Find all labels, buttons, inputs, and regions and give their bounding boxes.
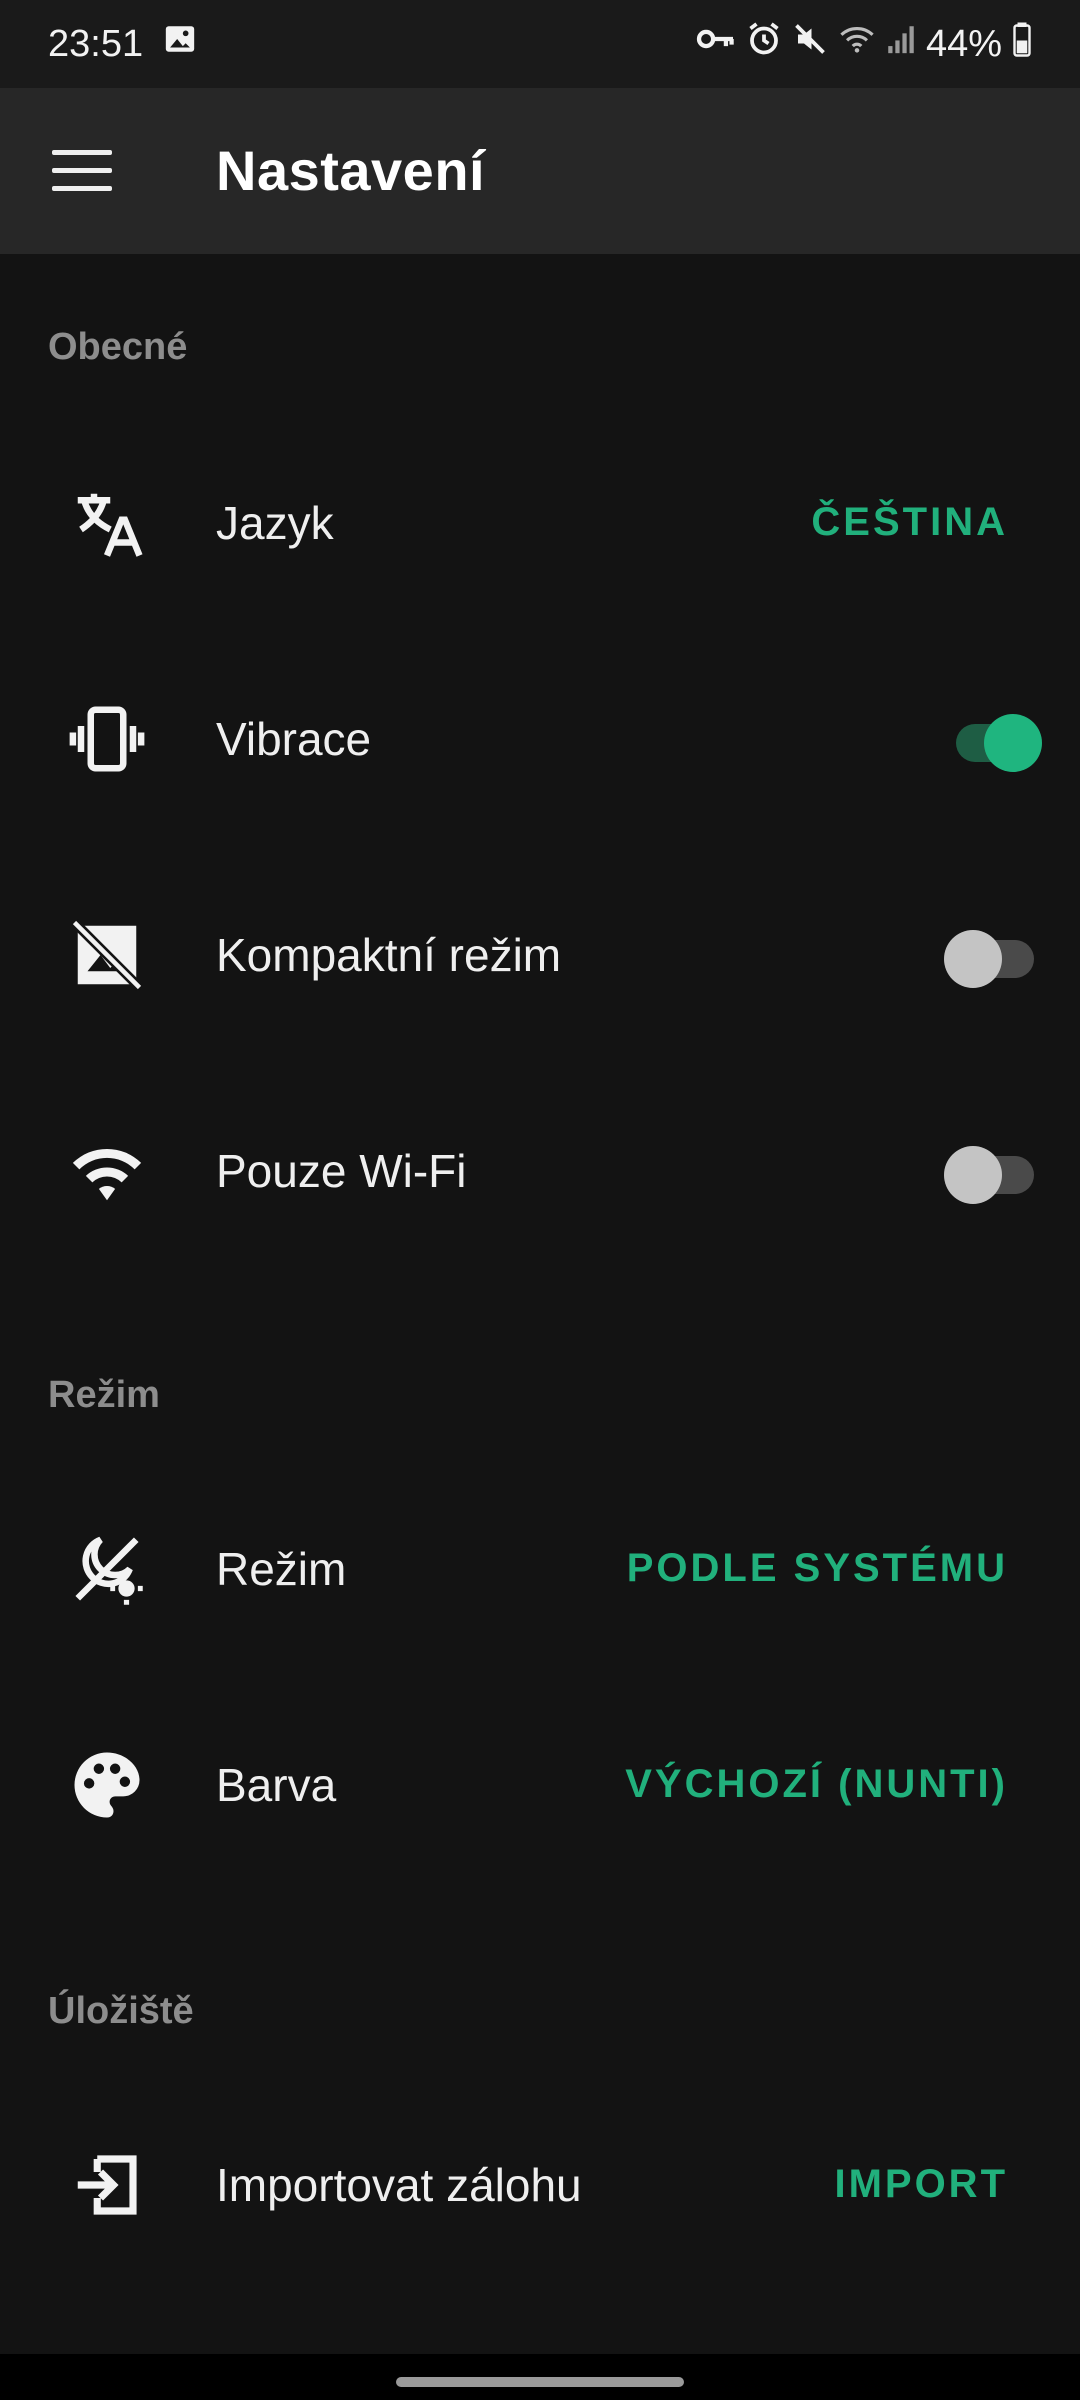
status-bar: 23:51 44% — [0, 0, 1080, 88]
palette-icon — [68, 1746, 146, 1824]
import-icon — [68, 2146, 146, 2224]
wifi-icon — [68, 1132, 146, 1210]
setting-label: Jazyk — [216, 497, 334, 549]
theme-mode-icon — [68, 1530, 146, 1608]
setting-import-backup[interactable]: Importovat zálohu IMPORT — [0, 2078, 1080, 2294]
section-header-mode: Režim — [48, 1374, 160, 1416]
setting-wifi-only[interactable]: Pouze Wi-Fi — [0, 1064, 1080, 1280]
signal-icon — [886, 22, 916, 66]
vibration-icon — [68, 700, 146, 778]
settings-list: Obecné Jazyk ČEŠTINA Vibrace Kompaktní r… — [0, 254, 1080, 2354]
setting-value[interactable]: ČEŠTINA — [811, 500, 1008, 545]
navigation-bar — [0, 2354, 1080, 2400]
setting-value[interactable]: PODLE SYSTÉMU — [627, 1546, 1008, 1591]
setting-label: Pouze Wi-Fi — [216, 1145, 467, 1197]
setting-label: Kompaktní režim — [216, 929, 562, 981]
menu-icon[interactable] — [52, 150, 112, 192]
battery-icon — [1012, 21, 1032, 67]
setting-language[interactable]: Jazyk ČEŠTINA — [0, 416, 1080, 632]
translate-icon — [68, 484, 146, 562]
vpn-key-icon — [696, 22, 736, 66]
setting-value[interactable]: VÝCHOZÍ (NUNTI) — [625, 1762, 1008, 1807]
wifi-only-toggle[interactable] — [944, 1140, 1044, 1204]
app-bar: Nastavení — [0, 88, 1080, 254]
mute-icon — [792, 21, 828, 67]
section-header-storage: Úložiště — [48, 1990, 194, 2032]
alarm-icon — [746, 21, 782, 67]
setting-value[interactable]: IMPORT — [834, 2162, 1008, 2207]
setting-label: Barva — [216, 1759, 337, 1811]
setting-label: Vibrace — [216, 713, 372, 765]
setting-color[interactable]: Barva VÝCHOZÍ (NUNTI) — [0, 1678, 1080, 1894]
setting-label: Režim — [216, 1543, 347, 1595]
setting-compact-mode[interactable]: Kompaktní režim — [0, 848, 1080, 1064]
setting-label: Importovat zálohu — [216, 2159, 582, 2211]
page-title: Nastavení — [216, 139, 486, 202]
vibration-toggle[interactable] — [944, 708, 1044, 772]
section-header-general: Obecné — [48, 326, 188, 368]
image-icon — [163, 22, 197, 66]
setting-vibration[interactable]: Vibrace — [0, 632, 1080, 848]
wifi-status-icon — [838, 22, 876, 66]
compact-mode-toggle[interactable] — [944, 924, 1044, 988]
setting-theme-mode[interactable]: Režim PODLE SYSTÉMU — [0, 1462, 1080, 1678]
home-gesture-handle[interactable] — [396, 2377, 684, 2387]
battery-percent: 44% — [925, 22, 1002, 65]
status-time: 23:51 — [48, 22, 144, 65]
hide-image-icon — [68, 916, 146, 994]
